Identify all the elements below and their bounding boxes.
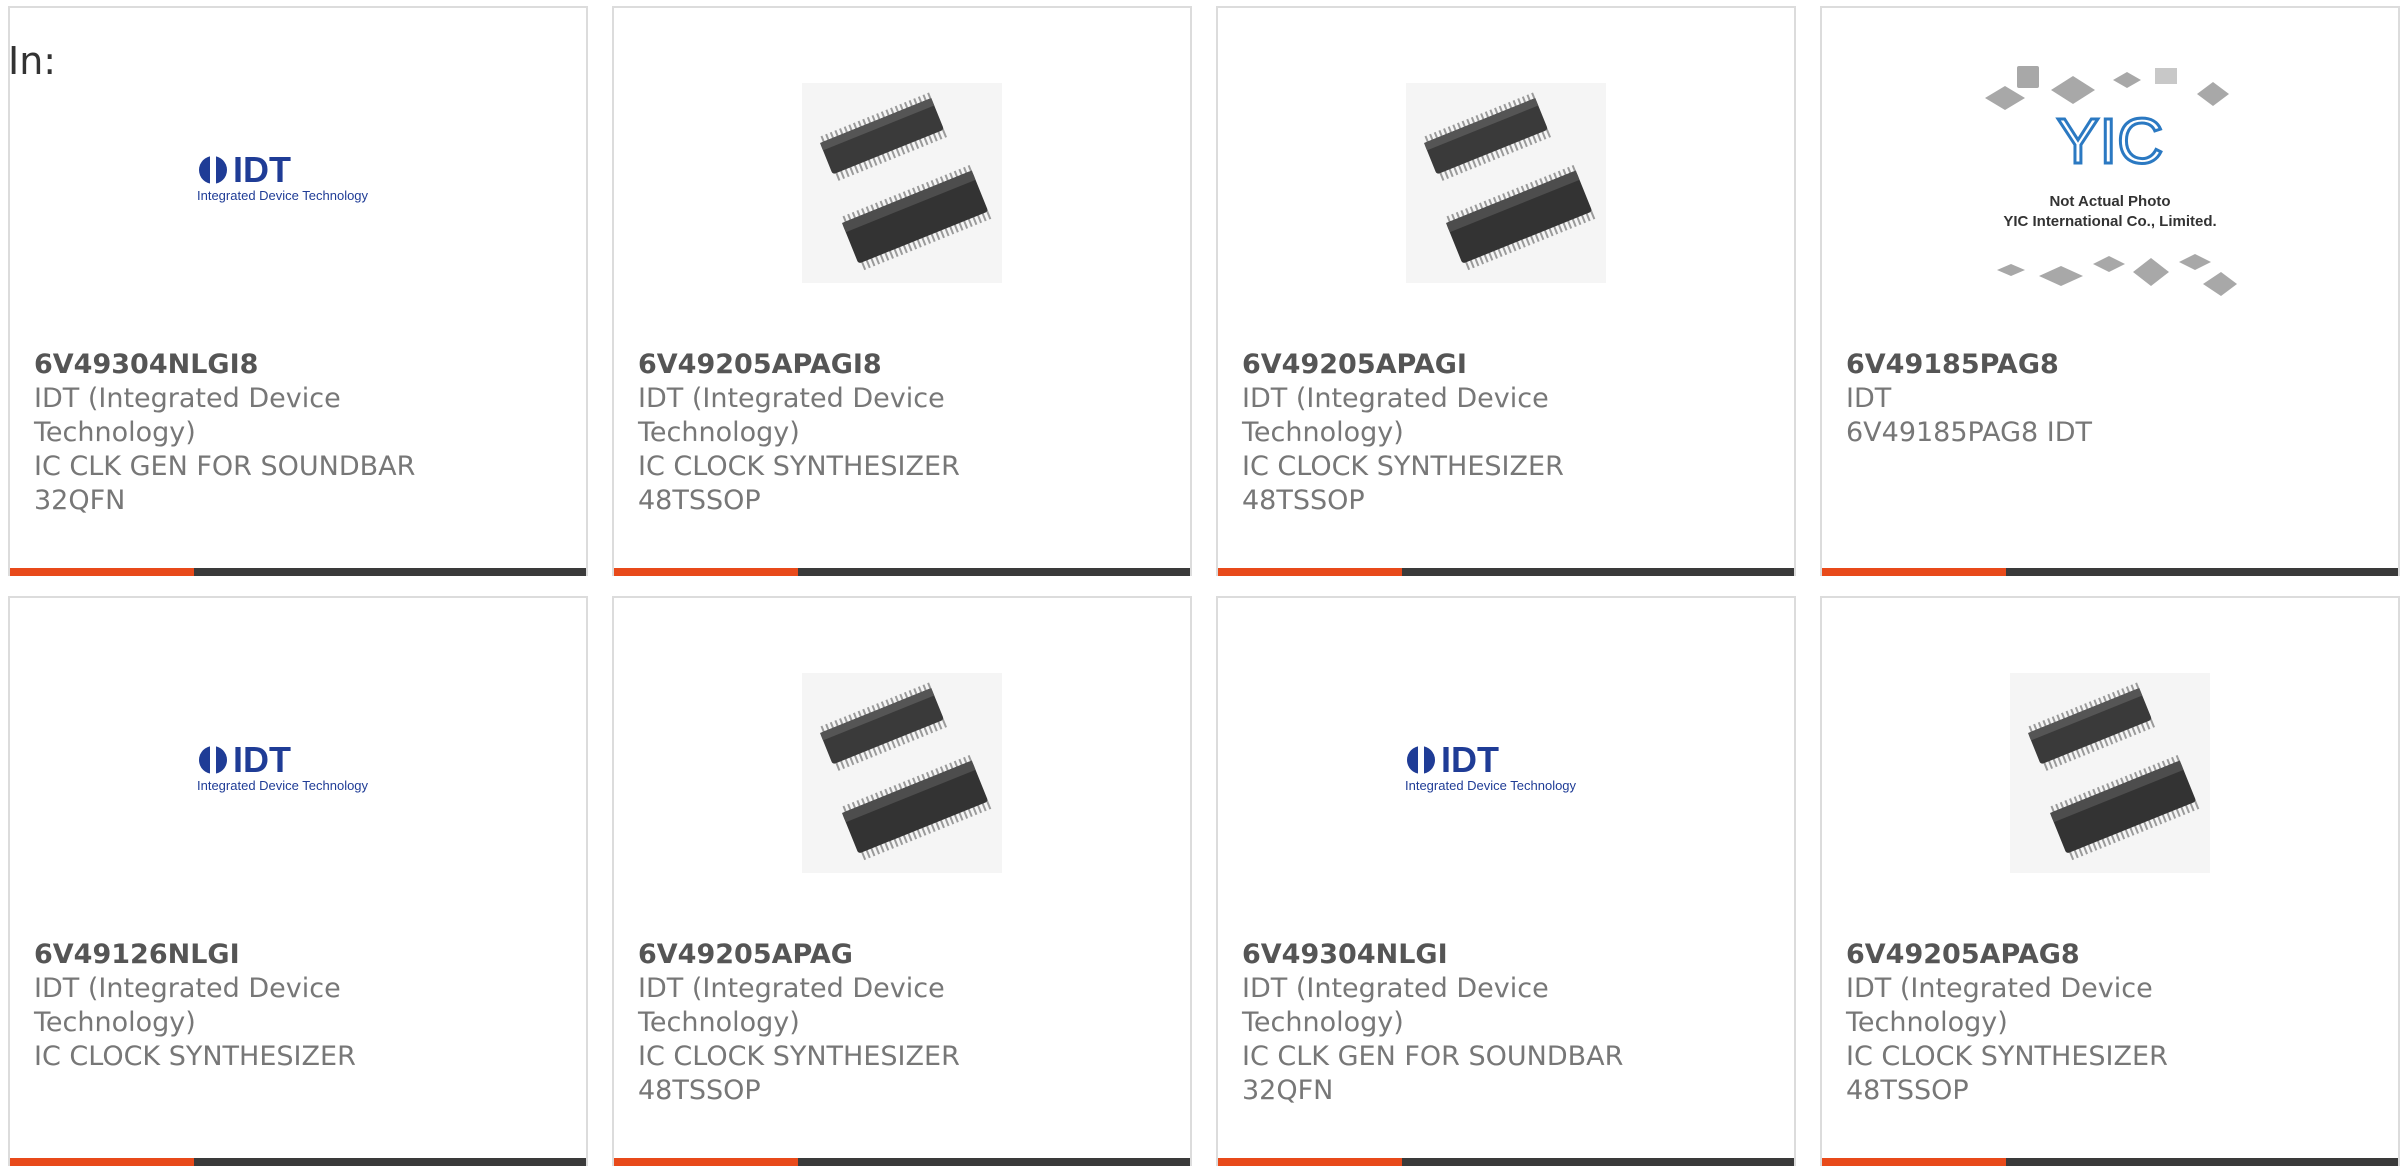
card-bottom-bar — [1218, 568, 1794, 576]
product-card[interactable]: 6V49205APAGI8 IDT (Integrated Device Tech… — [612, 6, 1192, 576]
manufacturer: IDT — [1846, 383, 1892, 414]
description: 6V49185PAG8 IDT — [1846, 417, 2093, 448]
product-image[interactable]: IDT Integrated Device Technology — [10, 668, 586, 878]
svg-text:Not Actual Photo: Not Actual Photo — [2049, 193, 2170, 210]
description: IC CLOCK SYNTHESIZER — [34, 1041, 356, 1072]
description: IC CLOCK SYNTHESIZER 48TSSOP — [1846, 1041, 2168, 1106]
card-bar-accent — [1218, 1158, 1403, 1166]
product-image[interactable]: YIC Not Actual Photo YIC International C… — [1822, 66, 2398, 296]
idt-logo-icon: IDT Integrated Device Technology — [193, 148, 403, 218]
card-bar-accent — [10, 1158, 195, 1166]
tssop-chip-icon — [802, 83, 1002, 283]
svg-text:YIC International Co., Limited: YIC International Co., Limited. — [2003, 213, 2216, 230]
product-image[interactable]: IDT Integrated Device Technology — [10, 78, 586, 288]
card-bottom-bar — [10, 1158, 586, 1166]
product-card[interactable]: IDT Integrated Device Technology 6V49304… — [8, 6, 588, 576]
card-bar-accent — [1822, 568, 2007, 576]
idt-logo-icon: IDT Integrated Device Technology — [193, 738, 403, 808]
product-image[interactable]: IDT Integrated Device Technology — [1218, 668, 1794, 878]
manufacturer: IDT (Integrated Device Technology) — [34, 973, 341, 1038]
card-bar-accent — [614, 1158, 799, 1166]
manufacturer: IDT (Integrated Device Technology) — [34, 383, 341, 448]
description: IC CLK GEN FOR SOUNDBAR 32QFN — [34, 451, 416, 516]
card-bottom-bar — [1822, 1158, 2398, 1166]
part-number[interactable]: 6V49205APAG8 — [1846, 938, 2378, 972]
part-number[interactable]: 6V49185PAG8 — [1846, 348, 2378, 382]
manufacturer: IDT (Integrated Device Technology) — [1242, 383, 1549, 448]
card-bottom-bar — [1822, 568, 2398, 576]
svg-text:Integrated Device Technology: Integrated Device Technology — [1405, 778, 1577, 793]
product-card[interactable]: IDT Integrated Device Technology 6V49304… — [1216, 596, 1796, 1166]
product-image[interactable] — [614, 78, 1190, 288]
card-bottom-bar — [614, 1158, 1190, 1166]
product-text: 6V49304NLGI IDT (Integrated Device Techno… — [1242, 938, 1774, 1108]
product-text: 6V49205APAG IDT (Integrated Device Techno… — [638, 938, 1170, 1108]
product-card[interactable]: 6V49205APAG8 IDT (Integrated Device Techn… — [1820, 596, 2400, 1166]
part-number[interactable]: 6V49304NLGI8 — [34, 348, 566, 382]
idt-logo-icon: IDT Integrated Device Technology — [1401, 738, 1611, 808]
product-text: 6V49185PAG8 IDT 6V49185PAG8 IDT — [1846, 348, 2378, 450]
tssop-chip-icon — [2010, 673, 2210, 873]
part-number[interactable]: 6V49205APAGI — [1242, 348, 1774, 382]
manufacturer: IDT (Integrated Device Technology) — [1242, 973, 1549, 1038]
product-text: 6V49205APAGI8 IDT (Integrated Device Tech… — [638, 348, 1170, 518]
tssop-chip-icon — [802, 673, 1002, 873]
part-number[interactable]: 6V49205APAG — [638, 938, 1170, 972]
svg-text:IDT: IDT — [233, 149, 291, 190]
product-card[interactable]: YIC Not Actual Photo YIC International C… — [1820, 6, 2400, 576]
in-label: In: — [8, 39, 57, 83]
svg-text:Integrated Device Technology: Integrated Device Technology — [197, 778, 369, 793]
card-bottom-bar — [10, 568, 586, 576]
card-bar-accent — [614, 568, 799, 576]
card-bottom-bar — [1218, 1158, 1794, 1166]
card-bar-accent — [1822, 1158, 2007, 1166]
product-card[interactable]: 6V49205APAG IDT (Integrated Device Techno… — [612, 596, 1192, 1166]
description: IC CLK GEN FOR SOUNDBAR 32QFN — [1242, 1041, 1624, 1106]
description: IC CLOCK SYNTHESIZER 48TSSOP — [638, 1041, 960, 1106]
product-text: 6V49304NLGI8 IDT (Integrated Device Techn… — [34, 348, 566, 518]
svg-text:IDT: IDT — [1441, 739, 1499, 780]
svg-text:IDT: IDT — [233, 739, 291, 780]
manufacturer: IDT (Integrated Device Technology) — [638, 383, 945, 448]
tssop-chip-icon — [1406, 83, 1606, 283]
card-bar-accent — [1218, 568, 1403, 576]
svg-text:Integrated Device Technology: Integrated Device Technology — [197, 188, 369, 203]
product-card[interactable]: IDT Integrated Device Technology 6V49126… — [8, 596, 588, 1166]
product-image[interactable] — [1218, 78, 1794, 288]
card-bar-accent — [10, 568, 195, 576]
manufacturer: IDT (Integrated Device Technology) — [1846, 973, 2153, 1038]
product-image[interactable] — [614, 668, 1190, 878]
product-image[interactable] — [1822, 668, 2398, 878]
card-bottom-bar — [614, 568, 1190, 576]
product-text: 6V49205APAGI IDT (Integrated Device Techn… — [1242, 348, 1774, 518]
svg-text:YIC: YIC — [2057, 105, 2164, 177]
product-text: 6V49126NLGI IDT (Integrated Device Techno… — [34, 938, 566, 1074]
product-text: 6V49205APAG8 IDT (Integrated Device Techn… — [1846, 938, 2378, 1108]
part-number[interactable]: 6V49126NLGI — [34, 938, 566, 972]
part-number[interactable]: 6V49205APAGI8 — [638, 348, 1170, 382]
description: IC CLOCK SYNTHESIZER 48TSSOP — [638, 451, 960, 516]
yic-placeholder-icon: YIC Not Actual Photo YIC International C… — [1985, 66, 2237, 296]
product-card[interactable]: 6V49205APAGI IDT (Integrated Device Techn… — [1216, 6, 1796, 576]
part-number[interactable]: 6V49304NLGI — [1242, 938, 1774, 972]
description: IC CLOCK SYNTHESIZER 48TSSOP — [1242, 451, 1564, 516]
manufacturer: IDT (Integrated Device Technology) — [638, 973, 945, 1038]
